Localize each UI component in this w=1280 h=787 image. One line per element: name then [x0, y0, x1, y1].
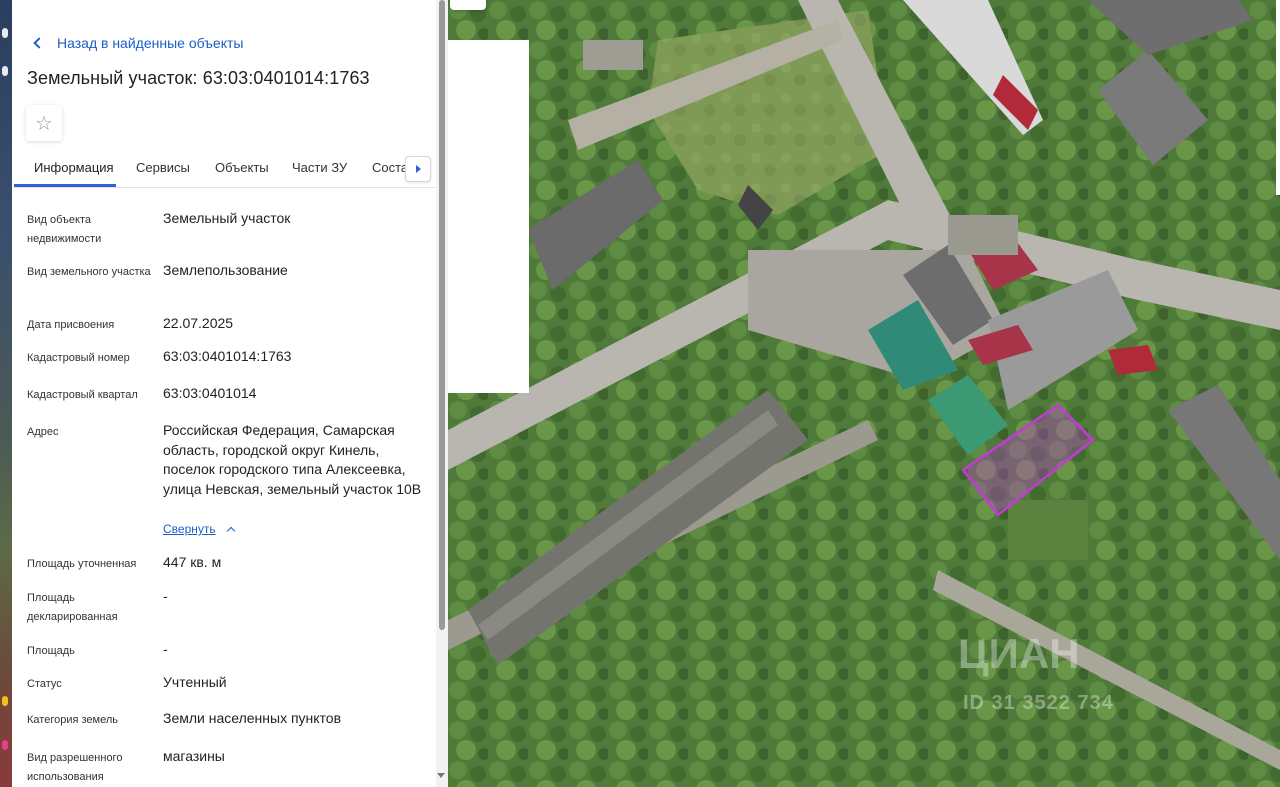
star-icon: ☆: [35, 112, 53, 135]
tab-information[interactable]: Информация: [34, 160, 114, 175]
map-imagery: [448, 0, 1280, 787]
map-control-button[interactable]: [450, 0, 486, 10]
field-value-permitted-use: магазины: [163, 748, 225, 764]
chevron-up-icon: [226, 526, 235, 536]
panel-header-fragment: [62, 0, 282, 4]
satellite-map[interactable]: ЦИАН ID 31 3522 734: [448, 0, 1280, 787]
strip-icon[interactable]: [2, 696, 8, 706]
field-label-area: Площадь: [27, 645, 75, 657]
object-info-panel: Назад в найденные объекты Земельный учас…: [12, 0, 448, 787]
back-to-results-link[interactable]: Назад в найденные объекты: [32, 33, 243, 53]
chevron-left-icon: [33, 37, 45, 49]
collapse-link-label: Свернуть: [163, 522, 216, 536]
field-label-cadastral-quarter: Кадастровый квартал: [27, 389, 138, 401]
tabs-scroll-right-button[interactable]: [405, 156, 431, 182]
tab-parcel-parts[interactable]: Части ЗУ: [292, 160, 347, 175]
field-value-address: Российская Федерация, Самарская область,…: [163, 422, 422, 497]
field-label-cadastral-number: Кадастровый номер: [27, 352, 130, 364]
field-value-land-type: Землепользование: [163, 262, 288, 278]
field-value-area-declared: -: [163, 588, 168, 604]
field-value-cadastral-number: 63:03:0401014:1763: [163, 348, 292, 364]
field-label-land-category: Категория земель: [27, 714, 118, 726]
tab-services[interactable]: Сервисы: [136, 160, 190, 175]
strip-icon[interactable]: [2, 740, 8, 750]
field-label-permitted-use: Вид разрешенного использования: [27, 752, 123, 783]
field-value-land-category: Земли населенных пунктов: [163, 710, 342, 726]
field-label-land-type: Вид земельного участка: [27, 266, 151, 278]
field-label-object-type: Вид объекта недвижимости: [27, 214, 102, 245]
field-label-address: Адрес: [27, 426, 59, 438]
panel-scrollbar-thumb[interactable]: [439, 0, 445, 630]
tab-bar: Информация Сервисы Объекты Части ЗУ Сост…: [12, 150, 436, 188]
field-value-cadastral-quarter: 63:03:0401014: [163, 385, 257, 401]
scroll-down-arrow-icon[interactable]: [437, 773, 445, 778]
field-value-area-refined: 447 кв. м: [163, 554, 222, 570]
tab-objects[interactable]: Объекты: [215, 160, 269, 175]
favorite-button[interactable]: ☆: [26, 105, 62, 141]
field-value-assignment-date: 22.07.2025: [163, 315, 234, 331]
app-root: Назад в найденные объекты Земельный учас…: [0, 0, 1280, 787]
map-right-control-edge: [1276, 0, 1280, 195]
map-watermark-id: ID 31 3522 734: [963, 692, 1114, 714]
field-label-area-refined: Площадь уточненная: [27, 558, 137, 570]
tab-composition[interactable]: Соста: [372, 160, 408, 175]
arrow-right-icon: [415, 165, 421, 173]
active-tab-indicator: [14, 184, 116, 187]
page-title: Земельный участок: 63:03:0401014:1763: [27, 68, 370, 88]
field-label-area-declared: Площадь декларированная: [27, 592, 118, 623]
field-value-area: -: [163, 641, 168, 657]
browser-side-strip: [0, 0, 12, 787]
strip-icon[interactable]: [2, 28, 8, 38]
address-collapse-link[interactable]: Свернуть: [163, 522, 235, 536]
map-overlay-blank: [448, 40, 529, 393]
field-value-object-type: Земельный участок: [163, 210, 291, 226]
back-link-label: Назад в найденные объекты: [57, 35, 244, 51]
field-label-status: Статус: [27, 678, 62, 690]
field-value-status: Учтенный: [163, 674, 227, 690]
map-watermark: ЦИАН: [958, 630, 1080, 677]
field-label-assignment-date: Дата присвоения: [27, 319, 115, 331]
strip-icon[interactable]: [2, 66, 8, 76]
